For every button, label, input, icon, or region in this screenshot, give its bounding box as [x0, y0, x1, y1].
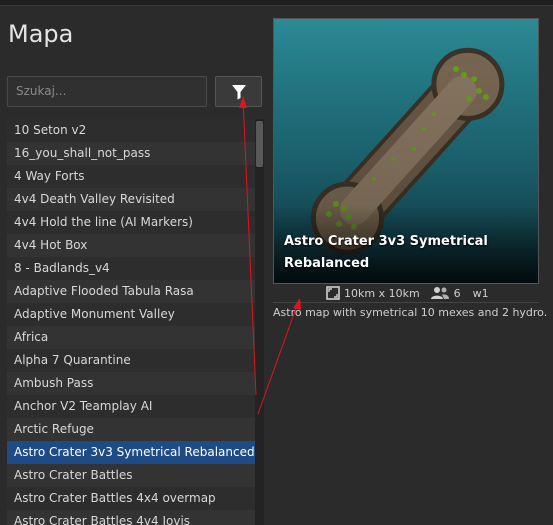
- map-list-item[interactable]: 10 Seton v2: [7, 119, 255, 142]
- map-list-item[interactable]: 8 - Badlands_v4: [7, 257, 255, 280]
- map-list-item[interactable]: 16_you_shall_not_pass: [7, 142, 255, 165]
- map-list-scrollbar[interactable]: [255, 119, 264, 525]
- map-list-item[interactable]: Astro Crater 3v3 Symetrical Rebalanced: [7, 441, 255, 464]
- map-list-item[interactable]: 4v4 Hot Box: [7, 234, 255, 257]
- map-list-item[interactable]: Astro Crater Battles 4v4 Jovis: [7, 510, 255, 525]
- map-list-item[interactable]: Astro Crater Battles: [7, 464, 255, 487]
- map-list-item[interactable]: 4 Way Forts: [7, 165, 255, 188]
- window-top-border: [0, 0, 553, 6]
- search-input[interactable]: Szukaj...: [7, 76, 207, 107]
- preview-map-title: Astro Crater 3v3 Symetrical Rebalanced: [284, 234, 488, 271]
- map-list-item[interactable]: Astro Crater Battles 4x4 overmap: [7, 487, 255, 510]
- player-count: 6: [453, 286, 461, 300]
- map-size: 10km x 10km: [344, 286, 420, 300]
- map-list-item[interactable]: Arctic Refuge: [7, 418, 255, 441]
- map-list-item[interactable]: Africa: [7, 326, 255, 349]
- map-list-item[interactable]: Anchor V2 Teamplay AI: [7, 395, 255, 418]
- map-list-item[interactable]: 4v4 Hold the line (AI Markers): [7, 211, 255, 234]
- scrollbar-thumb[interactable]: [256, 121, 263, 167]
- map-description: Astro map with symetrical 10 mexes and 2…: [273, 306, 548, 319]
- map-preview: Astro Crater 3v3 Symetrical Rebalanced: [273, 18, 539, 284]
- map-meta-bar: 10km x 10km 6 w1: [273, 285, 539, 303]
- page-title: Mapa: [8, 20, 74, 48]
- map-list-item[interactable]: Ambush Pass: [7, 372, 255, 395]
- map-list-item[interactable]: 4v4 Death Valley Revisited: [7, 188, 255, 211]
- map-version: w1: [472, 286, 489, 300]
- map-list-item[interactable]: Adaptive Flooded Tabula Rasa: [7, 280, 255, 303]
- filter-funnel-icon: [231, 84, 246, 99]
- map-list-item[interactable]: Alpha 7 Quarantine: [7, 349, 255, 372]
- filter-button[interactable]: [215, 76, 262, 107]
- players-group-icon: [430, 287, 449, 299]
- expand-square-icon: [326, 286, 340, 300]
- map-list[interactable]: 10 Seton v2 16_you_shall_not_pass 4 Way Fo…: [7, 119, 255, 525]
- map-list-item[interactable]: Adaptive Monument Valley: [7, 303, 255, 326]
